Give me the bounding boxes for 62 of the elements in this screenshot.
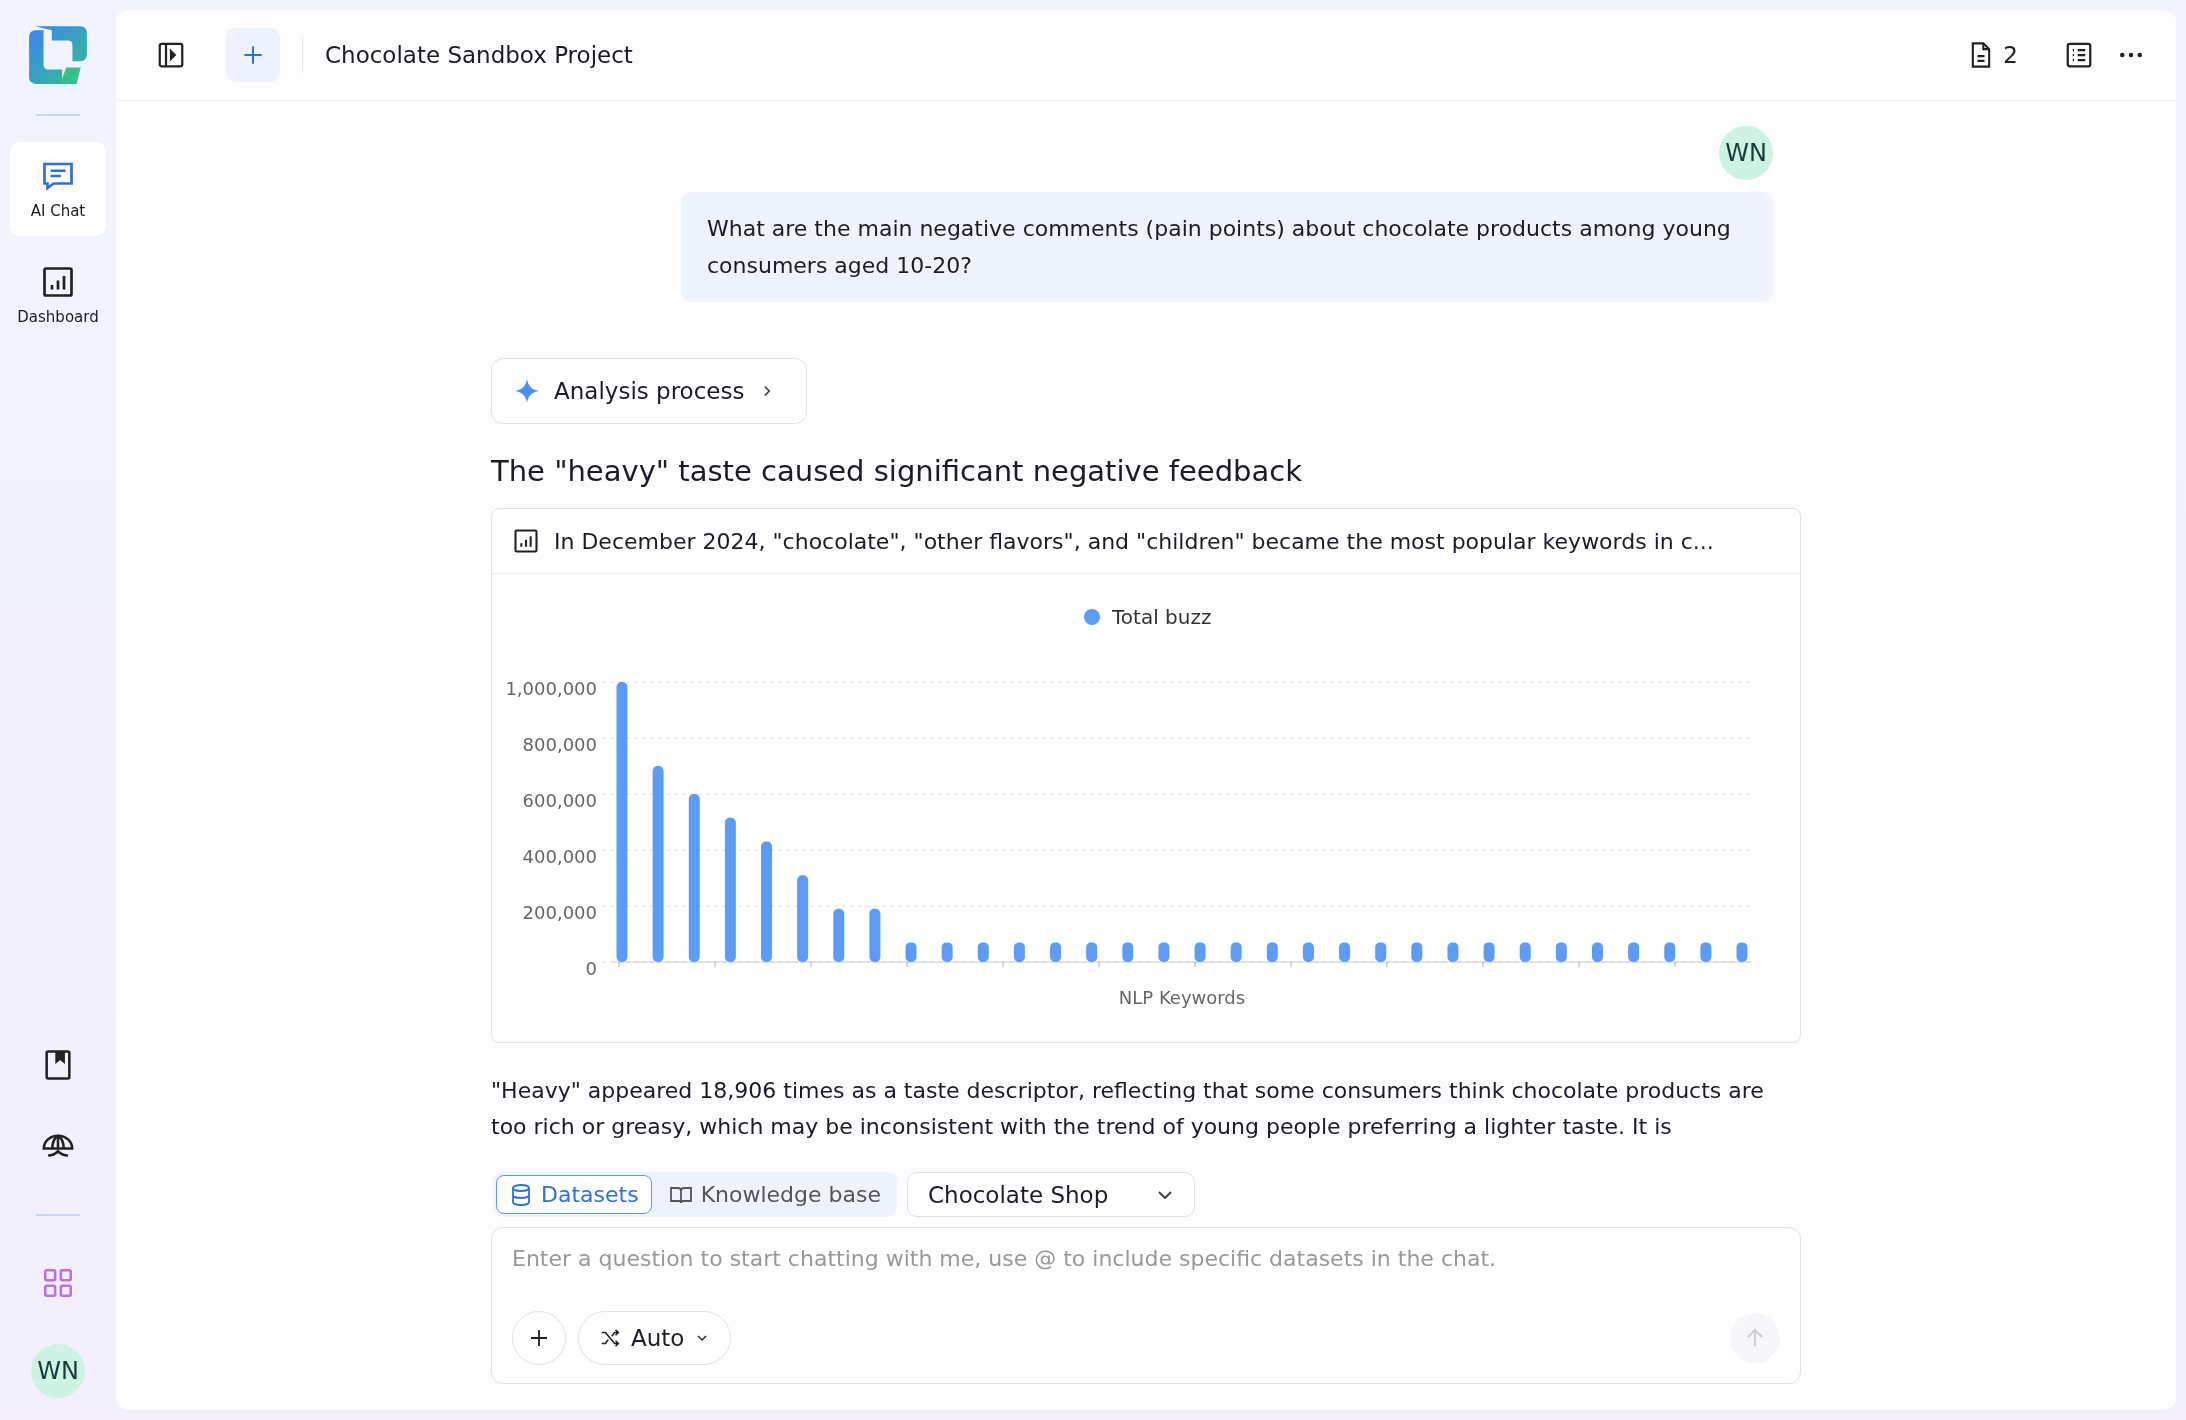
user-avatar[interactable]: WN: [31, 1344, 85, 1398]
x-axis-label: NLP Keywords: [1118, 987, 1246, 1008]
chevron-down-icon: [1158, 1190, 1173, 1199]
y-tick-label: 200,000: [522, 902, 597, 923]
y-tick-label: 400,000: [522, 846, 597, 867]
y-tick-label: 600,000: [522, 790, 597, 811]
chat-input[interactable]: Enter a question to start chatting with me, use @ to include specific datasets in the chat. Auto: [491, 1227, 1801, 1384]
y-tick-label: 800,000: [522, 734, 597, 755]
nav-item[interactable]: Dashboard: [10, 248, 106, 342]
answer-paragraph: "Heavy" appeared 18,906 times as a taste descriptor, reflecting that some consumers think chocolate products are too rich or greasy, which may be inconsistent with the trend of young people preferring a lighter taste. It is: [491, 1077, 1765, 1141]
shuffle-icon: [599, 1327, 621, 1349]
bar: [1230, 942, 1242, 962]
bar: [1628, 942, 1640, 962]
bar: [1736, 942, 1748, 962]
bar-chart-icon: [40, 264, 76, 300]
sparkle-icon: [514, 378, 540, 404]
mode-dropdown[interactable]: Auto: [578, 1311, 732, 1365]
y-tick-label: 0: [585, 958, 597, 979]
bar: [1700, 942, 1712, 962]
bar: [869, 908, 881, 962]
bar: [1158, 942, 1170, 962]
bar: [833, 908, 845, 962]
new-chat-button[interactable]: [226, 28, 280, 82]
documents-button[interactable]: 2: [1961, 40, 2024, 70]
sidebar-toggle-icon[interactable]: [156, 40, 186, 70]
bar: [905, 942, 917, 962]
bar: [1050, 942, 1062, 962]
chart-legend: Total buzz: [1084, 605, 1212, 629]
bar: [1664, 942, 1676, 962]
source-tab[interactable]: Datasets: [496, 1175, 652, 1214]
list-icon[interactable]: [2064, 40, 2094, 70]
database-icon: [509, 1182, 533, 1207]
answer-heading: The "heavy" taste caused significant negative feedback: [491, 454, 1302, 488]
y-tick-label: 1,000,000: [505, 678, 597, 699]
nav-item[interactable]: AI Chat: [10, 142, 106, 236]
bar: [1302, 942, 1314, 962]
bar: [1086, 942, 1098, 962]
bar: [1122, 942, 1134, 962]
user-message: What are the main negative comments (pain points) about chocolate products among young consumers aged 10-20?: [681, 192, 1773, 302]
bar: [1483, 942, 1495, 962]
bar: [1519, 942, 1531, 962]
bar: [941, 942, 953, 962]
analysis-process-button[interactable]: Analysis process: [491, 358, 808, 424]
dataset-dropdown[interactable]: Chocolate Shop: [907, 1172, 1196, 1217]
bar: [1194, 942, 1206, 962]
project-title: Chocolate Sandbox Project: [325, 42, 633, 68]
bar: [1339, 942, 1351, 962]
bar: [1013, 942, 1025, 962]
legend-label: Total buzz: [1111, 605, 1212, 629]
source-tab[interactable]: Knowledge base: [655, 1175, 894, 1214]
grid-icon[interactable]: [41, 1266, 75, 1300]
bar: [1375, 942, 1387, 962]
bar: [1447, 942, 1459, 962]
add-button[interactable]: [512, 1311, 566, 1365]
chart-title: In December 2024, "chocolate", "other flavors", and "children" became the most popular keywords in c...: [554, 528, 1714, 554]
bar: [1411, 942, 1423, 962]
bar: [1592, 942, 1603, 962]
bar: [977, 942, 989, 962]
bar: [1266, 942, 1278, 962]
user-avatar: WN: [1719, 126, 1773, 180]
bar-chart-icon: [512, 527, 540, 555]
bar: [1555, 942, 1567, 962]
